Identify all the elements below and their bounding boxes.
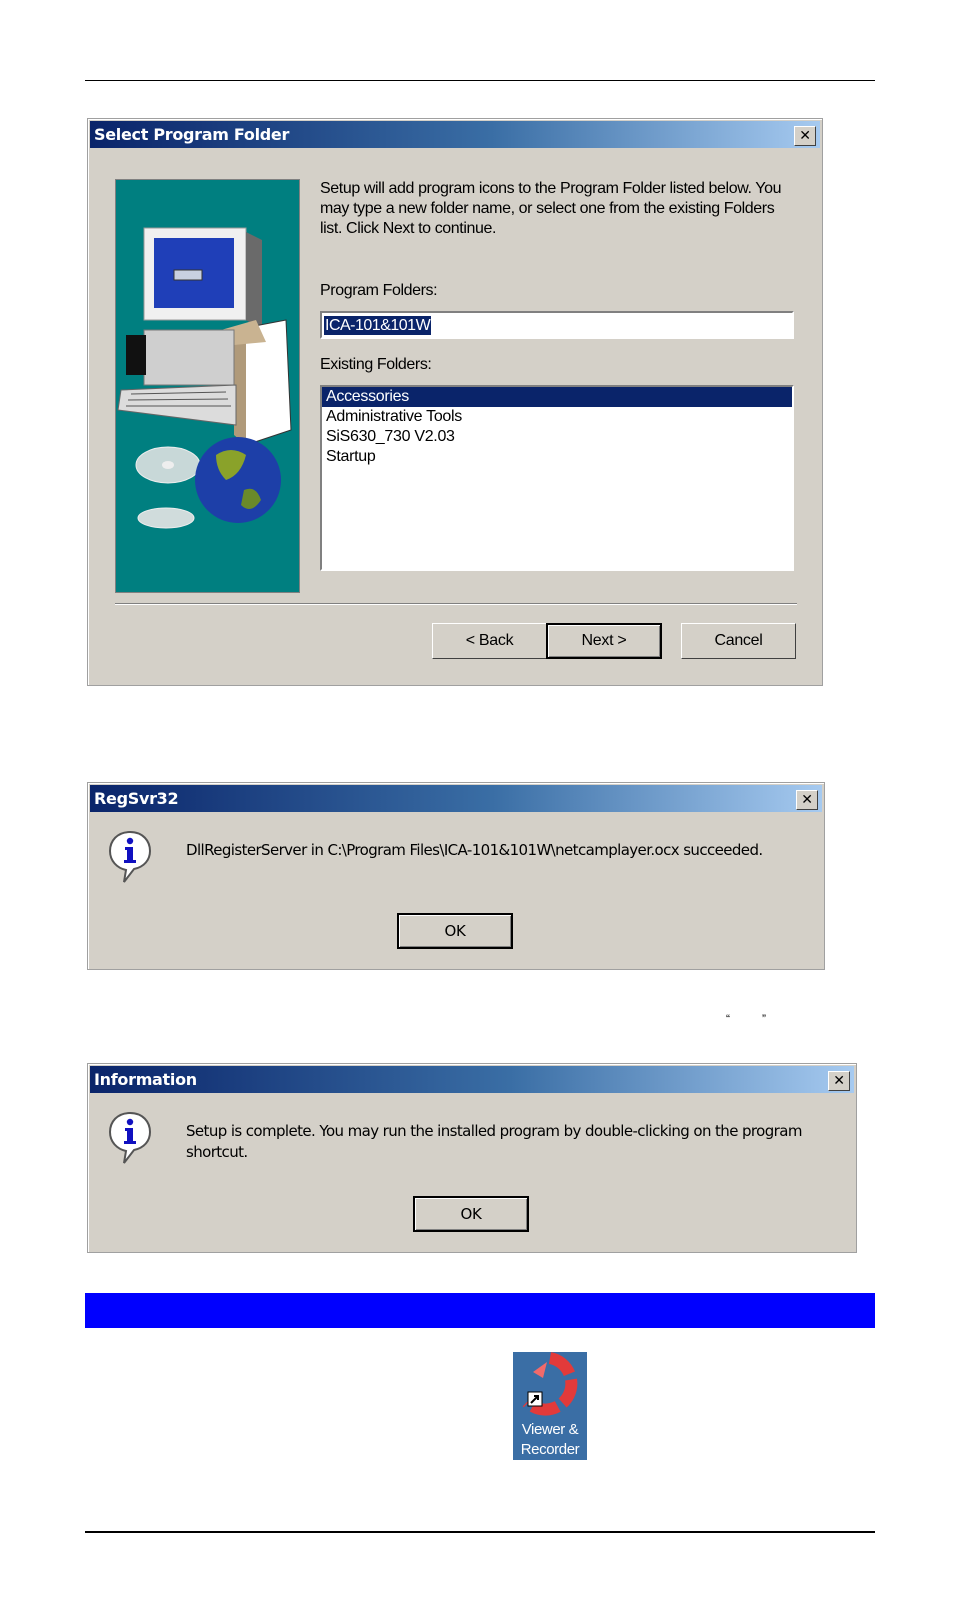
close-button[interactable]: ✕ xyxy=(794,126,816,146)
dialog-titlebar[interactable]: Select Program Folder ✕ xyxy=(90,121,820,148)
section-heading-bar xyxy=(85,1293,875,1328)
dialog-title: Select Program Folder xyxy=(94,125,290,144)
information-icon xyxy=(108,830,152,883)
dialog-title: RegSvr32 xyxy=(94,789,179,808)
close-icon: ✕ xyxy=(833,1073,845,1089)
divider xyxy=(115,603,797,605)
dialog-titlebar[interactable]: RegSvr32 ✕ xyxy=(90,785,822,812)
next-button[interactable]: Next > xyxy=(546,623,662,659)
list-item[interactable]: Administrative Tools xyxy=(322,407,792,427)
information-dialog: Information ✕ Setup is complete. You may… xyxy=(87,1063,857,1253)
close-icon: ✕ xyxy=(801,792,813,808)
footer-rule xyxy=(85,1531,875,1533)
close-button[interactable]: ✕ xyxy=(828,1071,850,1091)
intro-text: Setup will add program icons to the Prog… xyxy=(320,180,782,237)
list-item[interactable]: Startup xyxy=(322,447,792,467)
dialog-title: Information xyxy=(94,1070,197,1089)
open-quote: “ xyxy=(726,1012,730,1026)
message-text: DllRegisterServer in C:\Program Files\IC… xyxy=(186,841,763,859)
list-item[interactable]: SiS630_730 V2.03 xyxy=(322,427,792,447)
computer-globe-illustration xyxy=(117,227,292,529)
list-item[interactable]: Accessories xyxy=(322,387,792,407)
program-folders-label: Program Folders: xyxy=(320,282,438,299)
existing-folders-label: Existing Folders: xyxy=(320,356,432,373)
close-button[interactable]: ✕ xyxy=(796,790,818,810)
information-icon xyxy=(108,1111,152,1164)
shortcut-label: Viewer & Recorder xyxy=(513,1420,587,1460)
existing-folders-list[interactable]: Accessories Administrative Tools SiS630_… xyxy=(320,385,794,571)
select-program-folder-dialog: Select Program Folder ✕ Setup will add p… xyxy=(87,118,823,686)
close-icon: ✕ xyxy=(799,128,811,144)
back-button[interactable]: < Back xyxy=(432,623,547,659)
shortcut-label-line2: Recorder xyxy=(520,1441,580,1458)
viewer-recorder-icon xyxy=(522,1352,578,1416)
program-folder-value: ICA-101&101W xyxy=(324,316,432,335)
message-text: Setup is complete. You may run the insta… xyxy=(186,1122,802,1161)
ok-button[interactable]: OK xyxy=(397,913,513,949)
ok-button[interactable]: OK xyxy=(413,1196,529,1232)
dialog-titlebar[interactable]: Information ✕ xyxy=(90,1066,854,1093)
program-folder-input[interactable]: ICA-101&101W xyxy=(320,311,794,339)
setup-illustration xyxy=(115,179,300,593)
viewer-recorder-shortcut[interactable]: Viewer & Recorder xyxy=(513,1352,587,1460)
close-quote: ” xyxy=(762,1012,766,1026)
cancel-button[interactable]: Cancel xyxy=(681,623,796,659)
header-rule xyxy=(85,80,875,81)
regsvr32-dialog: RegSvr32 ✕ DllRegisterServer in C:\Progr… xyxy=(87,782,825,970)
shortcut-label-line1: Viewer & xyxy=(521,1421,579,1438)
